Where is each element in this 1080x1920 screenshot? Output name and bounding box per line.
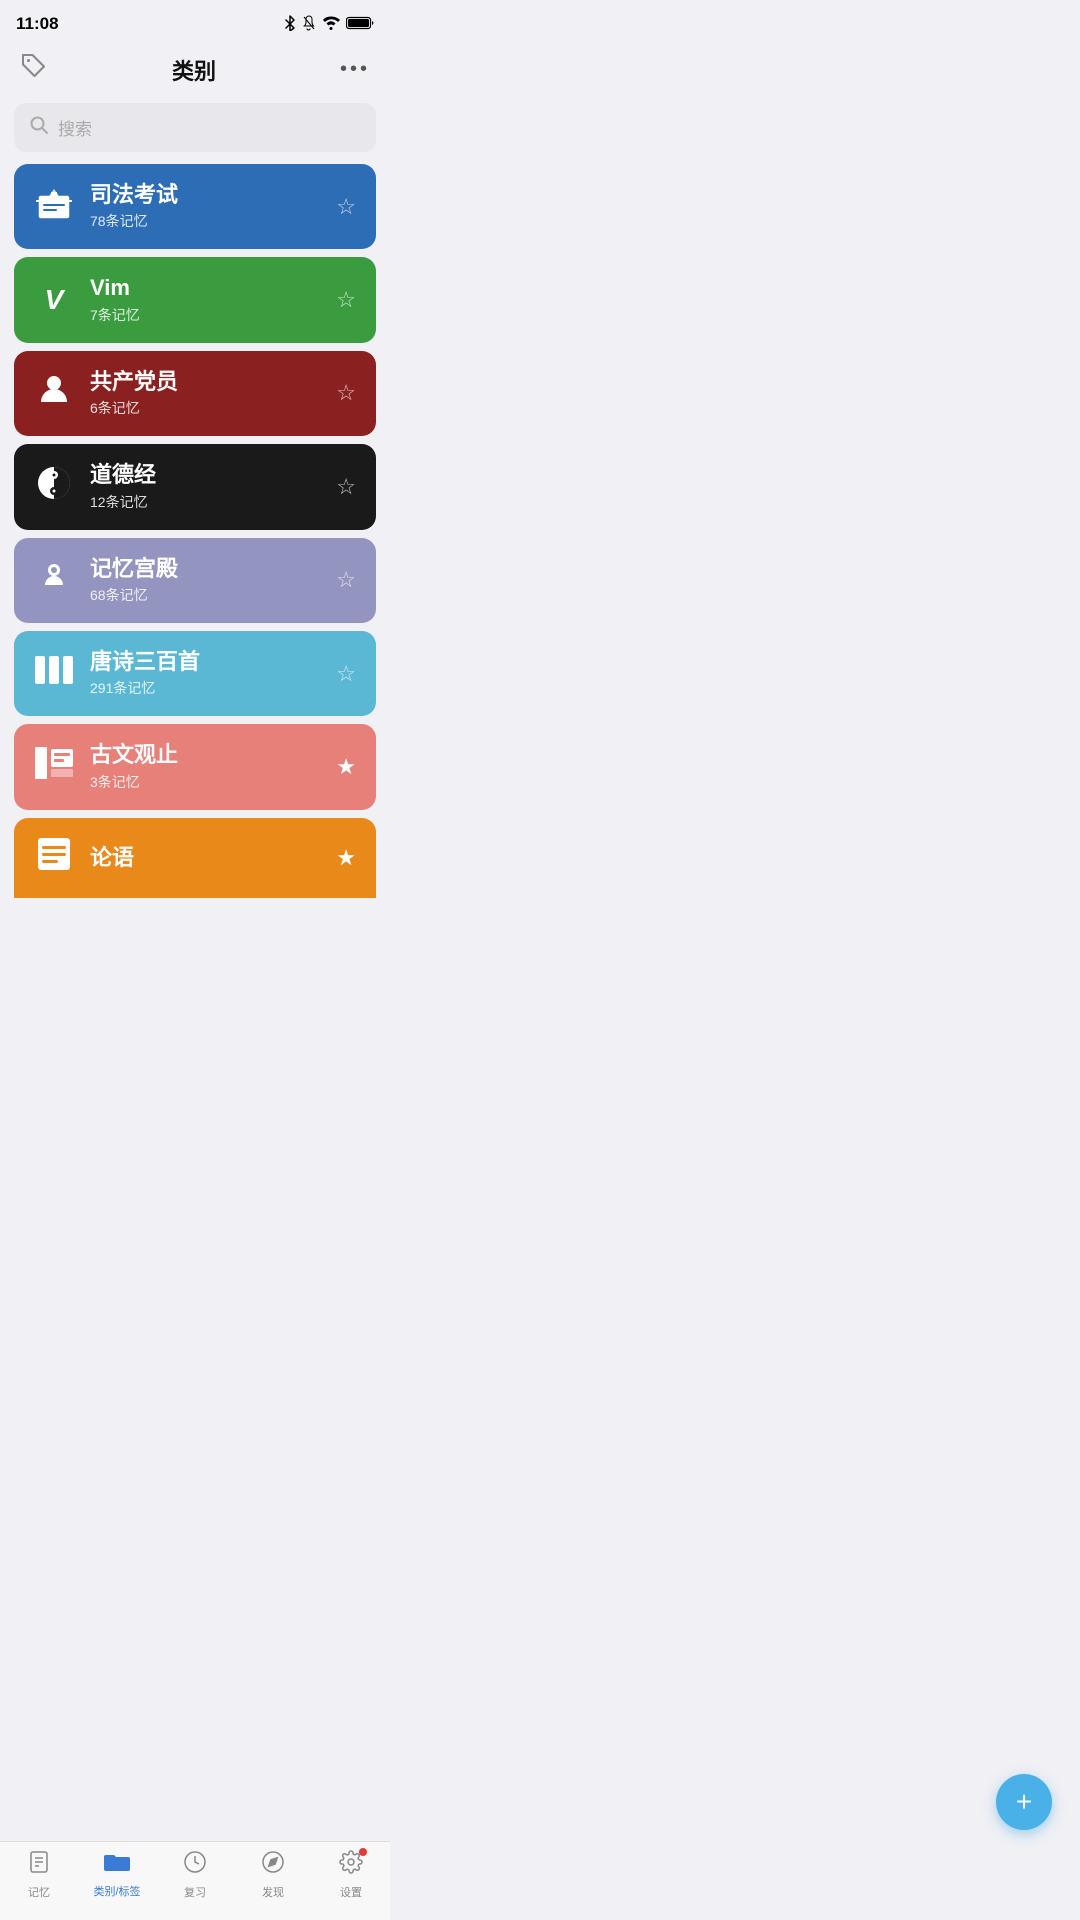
nav-label-memory: 记忆 [28,1884,50,1900]
category-item-4[interactable]: 道德经 12条记忆 ☆ [14,444,376,529]
settings-icon-wrap [339,1850,363,1880]
status-icons [284,15,374,34]
nav-label-settings: 设置 [340,1884,362,1900]
bottom-nav: 记忆 类别/标签 复习 发现 [0,1841,390,1920]
category-star-2[interactable]: ☆ [336,287,356,313]
category-count-5: 68条记忆 [90,585,320,605]
search-icon [30,116,48,139]
category-icon-2: V [34,284,74,316]
category-icon-1 [34,184,74,230]
category-icon-8 [34,836,74,880]
compass-icon [261,1850,285,1880]
category-item-1[interactable]: 司法考试 78条记忆 ☆ [14,164,376,249]
category-star-3[interactable]: ☆ [336,380,356,406]
category-name-8: 论语 [90,845,320,871]
category-name-1: 司法考试 [90,182,320,208]
nav-label-review: 复习 [184,1884,206,1900]
add-button[interactable]: + [996,1774,1052,1830]
tag-icon[interactable] [20,52,48,87]
category-text-4: 道德经 12条记忆 [90,462,320,511]
category-star-1[interactable]: ☆ [336,194,356,220]
category-count-4: 12条记忆 [90,492,320,512]
category-icon-7 [34,747,74,787]
category-text-3: 共产党员 6条记忆 [90,369,320,418]
category-text-1: 司法考试 78条记忆 [90,182,320,231]
bluetooth-icon [284,15,296,34]
category-count-6: 291条记忆 [90,678,320,698]
category-icon-6 [34,656,74,692]
category-count-2: 7条记忆 [90,305,320,325]
header: 类别 ••• [0,44,390,103]
memo-icon [27,1850,51,1880]
category-item-7[interactable]: 古文观止 3条记忆 ★ [14,724,376,809]
category-list: 司法考试 78条记忆 ☆ V Vim 7条记忆 ☆ 共产党员 6条记忆 ☆ [0,164,390,978]
category-name-7: 古文观止 [90,742,320,768]
category-item-2[interactable]: V Vim 7条记忆 ☆ [14,257,376,342]
category-star-7[interactable]: ★ [336,754,356,780]
category-star-4[interactable]: ☆ [336,474,356,500]
category-star-8[interactable]: ★ [336,845,356,871]
battery-icon [346,16,374,33]
category-name-5: 记忆宫殿 [90,556,320,582]
category-text-2: Vim 7条记忆 [90,275,320,324]
status-bar: 11:08 [0,0,390,44]
settings-badge [359,1848,367,1856]
category-name-4: 道德经 [90,462,320,488]
nav-label-discover: 发现 [262,1884,284,1900]
category-star-6[interactable]: ☆ [336,661,356,687]
nav-item-category[interactable]: 类别/标签 [78,1851,156,1899]
nav-label-category: 类别/标签 [93,1883,140,1899]
status-time: 11:08 [16,14,59,34]
bell-off-icon [302,15,316,34]
nav-item-settings[interactable]: 设置 [312,1850,390,1900]
nav-item-memory[interactable]: 记忆 [0,1850,78,1900]
category-count-7: 3条记忆 [90,772,320,792]
category-item-5[interactable]: 记忆宫殿 68条记忆 ☆ [14,538,376,623]
clock-icon [183,1850,207,1880]
search-placeholder: 搜索 [58,115,92,140]
category-star-5[interactable]: ☆ [336,567,356,593]
category-name-3: 共产党员 [90,369,320,395]
wifi-icon [322,16,340,33]
category-text-8: 论语 [90,845,320,871]
nav-item-discover[interactable]: 发现 [234,1850,312,1900]
category-name-2: Vim [90,275,320,301]
category-count-1: 78条记忆 [90,211,320,231]
category-text-5: 记忆宫殿 68条记忆 [90,556,320,605]
nav-item-review[interactable]: 复习 [156,1850,234,1900]
category-icon-4 [34,465,74,509]
category-icon-3 [34,372,74,414]
search-bar[interactable]: 搜索 [14,103,376,152]
page-title: 类别 [48,54,340,86]
category-count-3: 6条记忆 [90,398,320,418]
more-button[interactable]: ••• [340,58,370,81]
category-item-3[interactable]: 共产党员 6条记忆 ☆ [14,351,376,436]
category-item-6[interactable]: 唐诗三百首 291条记忆 ☆ [14,631,376,716]
category-text-7: 古文观止 3条记忆 [90,742,320,791]
category-name-6: 唐诗三百首 [90,649,320,675]
folder-icon [104,1851,130,1879]
category-item-8[interactable]: 论语 ★ [14,818,376,898]
gear-icon [339,1854,363,1879]
category-icon-5 [34,558,74,602]
category-text-6: 唐诗三百首 291条记忆 [90,649,320,698]
